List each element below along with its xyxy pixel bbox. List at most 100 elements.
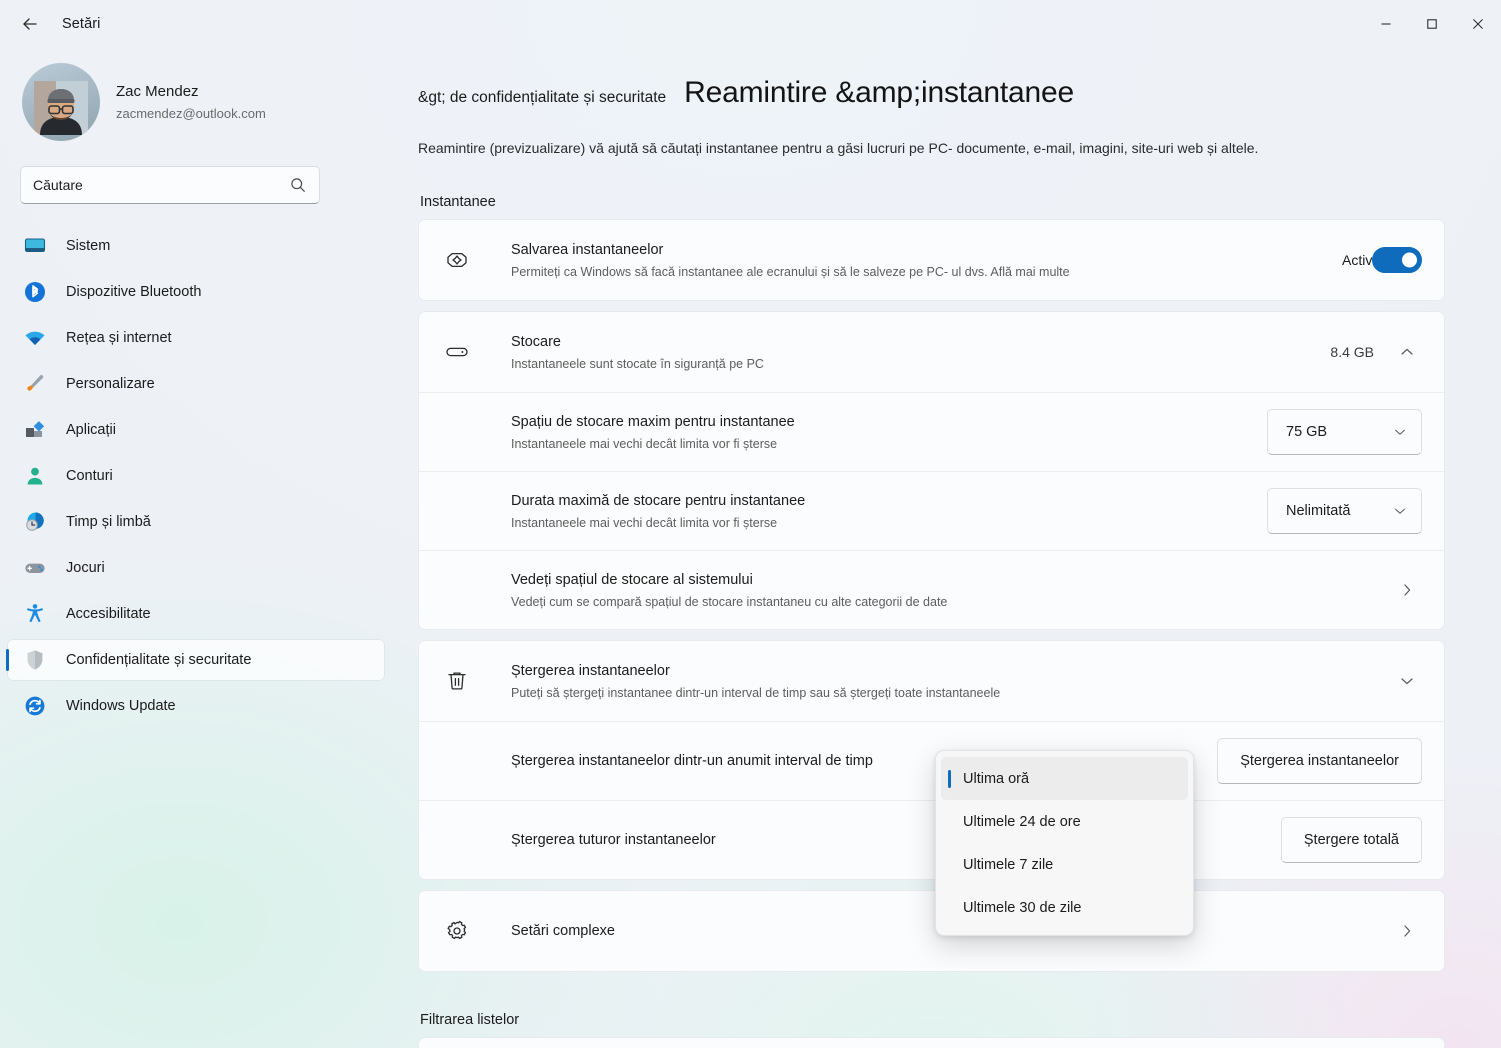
time-range-dropdown-flyout: Ultima oră Ultimele 24 de ore Ultimele 7… — [935, 750, 1194, 936]
row-right: 8.4 GB — [1330, 337, 1422, 367]
snapshot-icon — [443, 246, 489, 274]
row-right: Activat — [1342, 247, 1422, 273]
profile-block[interactable]: Zac Mendez zacmendez@outlook.com — [0, 48, 400, 144]
toggle-knob — [1402, 252, 1417, 268]
gamepad-icon — [22, 555, 48, 581]
profile-text: Zac Mendez zacmendez@outlook.com — [116, 82, 266, 123]
sidebar-item-aplicatii[interactable]: Aplicații — [8, 410, 384, 450]
sidebar-item-sistem[interactable]: Sistem — [8, 226, 384, 266]
card-filtering — [418, 1037, 1445, 1048]
row-subtitle: Instantaneele sunt stocate în siguranță … — [511, 356, 764, 371]
card-save-snapshots: Salvarea instantaneelor Permiteți ca Win… — [418, 219, 1445, 301]
row-right — [1392, 916, 1422, 946]
sidebar-item-confidentialitate-si-securitate[interactable]: Confidențialitate și securitate — [6, 640, 384, 680]
row-subtitle: Permiteți ca Windows să facă instantanee… — [511, 264, 1070, 279]
card-delete-snapshots: Ștergerea instantaneelor Puteți să șterg… — [418, 640, 1445, 880]
sidebar-item-label: Accesibilitate — [66, 606, 151, 622]
search-box[interactable] — [20, 166, 320, 204]
page-title: Reamintire &amp;instantanee — [684, 76, 1074, 109]
apps-icon — [22, 417, 48, 443]
row-title: Spațiu de stocare maxim pentru instantan… — [511, 413, 795, 430]
sidebar-item-retea[interactable]: Rețea și internet — [8, 318, 384, 358]
breadcrumb[interactable]: &gt; de confidențialitate și securitate — [418, 89, 666, 107]
sidebar-item-label: Dispozitive Bluetooth — [66, 284, 202, 300]
dropdown-option-label: Ultima oră — [963, 770, 1030, 787]
sidebar-item-label: Personalizare — [66, 376, 155, 392]
row-text: Spațiu de stocare maxim pentru instantan… — [511, 412, 1267, 453]
sidebar-item-timp-limba[interactable]: Timp și limbă — [8, 502, 384, 542]
search-input[interactable] — [33, 177, 289, 193]
delete-all-button[interactable]: Ștergere totală — [1280, 817, 1422, 863]
row-max-storage-duration: Durata maximă de stocare pentru instanta… — [419, 471, 1444, 550]
sidebar-item-conturi[interactable]: Conturi — [8, 456, 384, 496]
section-label-filtering: Filtrarea listelor — [420, 1012, 520, 1028]
row-delete-range: Ștergerea instantaneelor dintr-un anumit… — [419, 721, 1444, 800]
row-right — [1392, 575, 1422, 605]
chevron-right-icon — [1392, 916, 1422, 946]
chevron-down-icon[interactable] — [1392, 666, 1422, 696]
sidebar-item-label: Conturi — [66, 468, 113, 484]
minimize-button[interactable] — [1363, 0, 1409, 48]
row-save-snapshots: Salvarea instantaneelor Permiteți ca Win… — [419, 220, 1444, 300]
row-text: Salvarea instantaneelor Permiteți ca Win… — [511, 240, 1372, 281]
header-row: &gt; de confidențialitate și securitate … — [418, 76, 1445, 110]
accessibility-icon — [22, 601, 48, 627]
storage-value: 8.4 GB — [1330, 344, 1374, 360]
row-title: Salvarea instantaneelor — [511, 241, 664, 258]
search-icon — [291, 178, 305, 192]
maximize-button[interactable] — [1409, 0, 1455, 48]
wifi-icon — [22, 325, 48, 351]
paintbrush-icon — [22, 371, 48, 397]
toggle-group: Activat — [1342, 247, 1422, 273]
max-storage-space-dropdown[interactable]: 75 GB — [1267, 409, 1422, 455]
row-right: Nelimitată — [1267, 488, 1422, 534]
avatar — [22, 63, 100, 141]
sidebar-item-personalizare[interactable]: Personalizare — [8, 364, 384, 404]
dropdown-value: Nelimitată — [1286, 503, 1351, 519]
row-advanced-settings[interactable]: Setări complexe — [419, 891, 1444, 971]
sidebar-item-jocuri[interactable]: Jocuri — [8, 548, 384, 588]
update-icon — [22, 693, 48, 719]
row-text: Stocare Instantaneele sunt stocate în si… — [511, 332, 1330, 373]
row-system-storage[interactable]: Vedeți spațiul de stocare al sistemului … — [419, 550, 1444, 629]
card-advanced-settings: Setări complexe — [418, 890, 1445, 972]
drive-icon — [443, 338, 489, 366]
back-button[interactable] — [10, 8, 50, 40]
app-shell: Zac Mendez zacmendez@outlook.com Sistem — [0, 48, 1501, 1048]
chevron-down-icon — [1395, 429, 1405, 435]
sidebar-item-label: Confidențialitate și securitate — [66, 652, 252, 668]
close-button[interactable] — [1455, 0, 1501, 48]
sidebar-item-label: Aplicații — [66, 422, 116, 438]
dropdown-option-ultimele-30-de-zile[interactable]: Ultimele 30 de zile — [941, 886, 1188, 929]
row-title: Stocare — [511, 333, 561, 350]
save-snapshots-toggle[interactable] — [1372, 247, 1422, 273]
window-title: Setări — [62, 16, 101, 32]
delete-range-button[interactable]: Ștergerea instantaneelor — [1217, 738, 1422, 784]
sidebar-item-bluetooth[interactable]: Dispozitive Bluetooth — [8, 272, 384, 312]
chevron-up-icon[interactable] — [1392, 337, 1422, 367]
row-right: 75 GB — [1267, 409, 1422, 455]
bluetooth-icon — [22, 279, 48, 305]
sidebar: Zac Mendez zacmendez@outlook.com Sistem — [0, 48, 400, 1048]
row-right — [1392, 666, 1422, 696]
avatar-photo-icon — [34, 81, 88, 136]
row-delete-header[interactable]: Ștergerea instantaneelor Puteți să șterg… — [419, 641, 1444, 721]
row-subtitle: Vedeți cum se compară spațiul de stocare… — [511, 594, 948, 609]
shield-icon — [22, 647, 48, 673]
sidebar-nav: Sistem Dispozitive Bluetooth Rețea și in… — [0, 226, 400, 726]
dropdown-option-ultimele-24-de-ore[interactable]: Ultimele 24 de ore — [941, 800, 1188, 843]
row-right: Ștergerea instantaneelor — [1217, 738, 1422, 784]
row-text: Vedeți spațiul de stocare al sistemului … — [511, 570, 1392, 611]
dropdown-option-ultimele-7-zile[interactable]: Ultimele 7 zile — [941, 843, 1188, 886]
title-bar: Setări — [0, 0, 1501, 48]
gear-icon — [443, 917, 489, 945]
row-text: Ștergerea instantaneelor Puteți să șterg… — [511, 661, 1392, 702]
max-storage-duration-dropdown[interactable]: Nelimitată — [1267, 488, 1422, 534]
profile-name: Zac Mendez — [116, 82, 199, 100]
sidebar-item-label: Rețea și internet — [66, 330, 172, 346]
clock-globe-icon — [22, 509, 48, 535]
sidebar-item-accesibilitate[interactable]: Accesibilitate — [8, 594, 384, 634]
sidebar-item-windows-update[interactable]: Windows Update — [8, 686, 384, 726]
row-storage-header[interactable]: Stocare Instantaneele sunt stocate în si… — [419, 312, 1444, 392]
dropdown-option-ultima-ora[interactable]: Ultima oră — [941, 757, 1188, 800]
